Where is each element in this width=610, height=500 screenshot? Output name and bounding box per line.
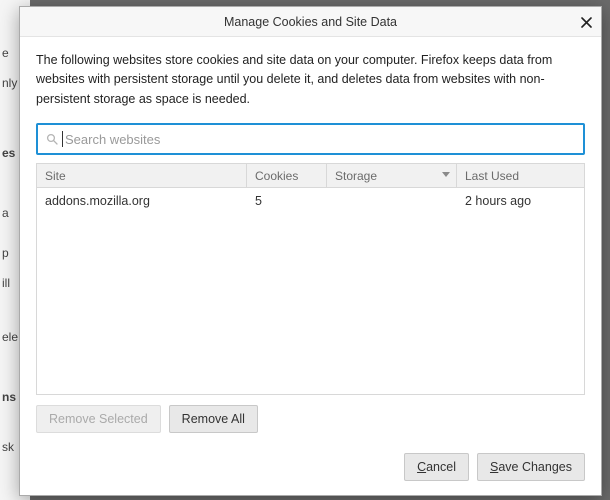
remove-all-button[interactable]: Remove All — [169, 405, 258, 433]
sort-indicator-icon — [442, 172, 450, 177]
table-header: Site Cookies Storage Last Used — [37, 164, 584, 188]
dialog-footer: Cancel Save Changes — [20, 443, 601, 495]
column-header-site[interactable]: Site — [37, 164, 247, 187]
search-input[interactable] — [65, 132, 575, 147]
dialog-content: The following websites store cookies and… — [20, 37, 601, 443]
cell-site: addons.mozilla.org — [37, 194, 247, 208]
search-icon — [46, 133, 58, 145]
save-changes-button[interactable]: Save Changes — [477, 453, 585, 481]
cell-cookies: 5 — [247, 194, 327, 208]
selection-buttons: Remove Selected Remove All — [36, 405, 585, 433]
column-header-lastused[interactable]: Last Used — [457, 164, 584, 187]
dialog-titlebar: Manage Cookies and Site Data — [20, 7, 601, 37]
text-cursor — [62, 131, 63, 147]
column-header-storage[interactable]: Storage — [327, 164, 457, 187]
close-icon — [581, 17, 592, 28]
dialog-title: Manage Cookies and Site Data — [224, 15, 397, 29]
cancel-button[interactable]: Cancel — [404, 453, 469, 481]
column-header-cookies[interactable]: Cookies — [247, 164, 327, 187]
cell-lastused: 2 hours ago — [457, 194, 584, 208]
dialog-description: The following websites store cookies and… — [36, 51, 585, 109]
manage-cookies-dialog: Manage Cookies and Site Data The followi… — [19, 6, 602, 496]
search-field-wrap[interactable] — [36, 123, 585, 155]
remove-selected-button[interactable]: Remove Selected — [36, 405, 161, 433]
close-button[interactable] — [577, 13, 595, 31]
table-body: addons.mozilla.org 5 2 hours ago — [37, 188, 584, 394]
table-row[interactable]: addons.mozilla.org 5 2 hours ago — [37, 188, 584, 214]
site-data-table: Site Cookies Storage Last Used addons.mo… — [36, 163, 585, 395]
